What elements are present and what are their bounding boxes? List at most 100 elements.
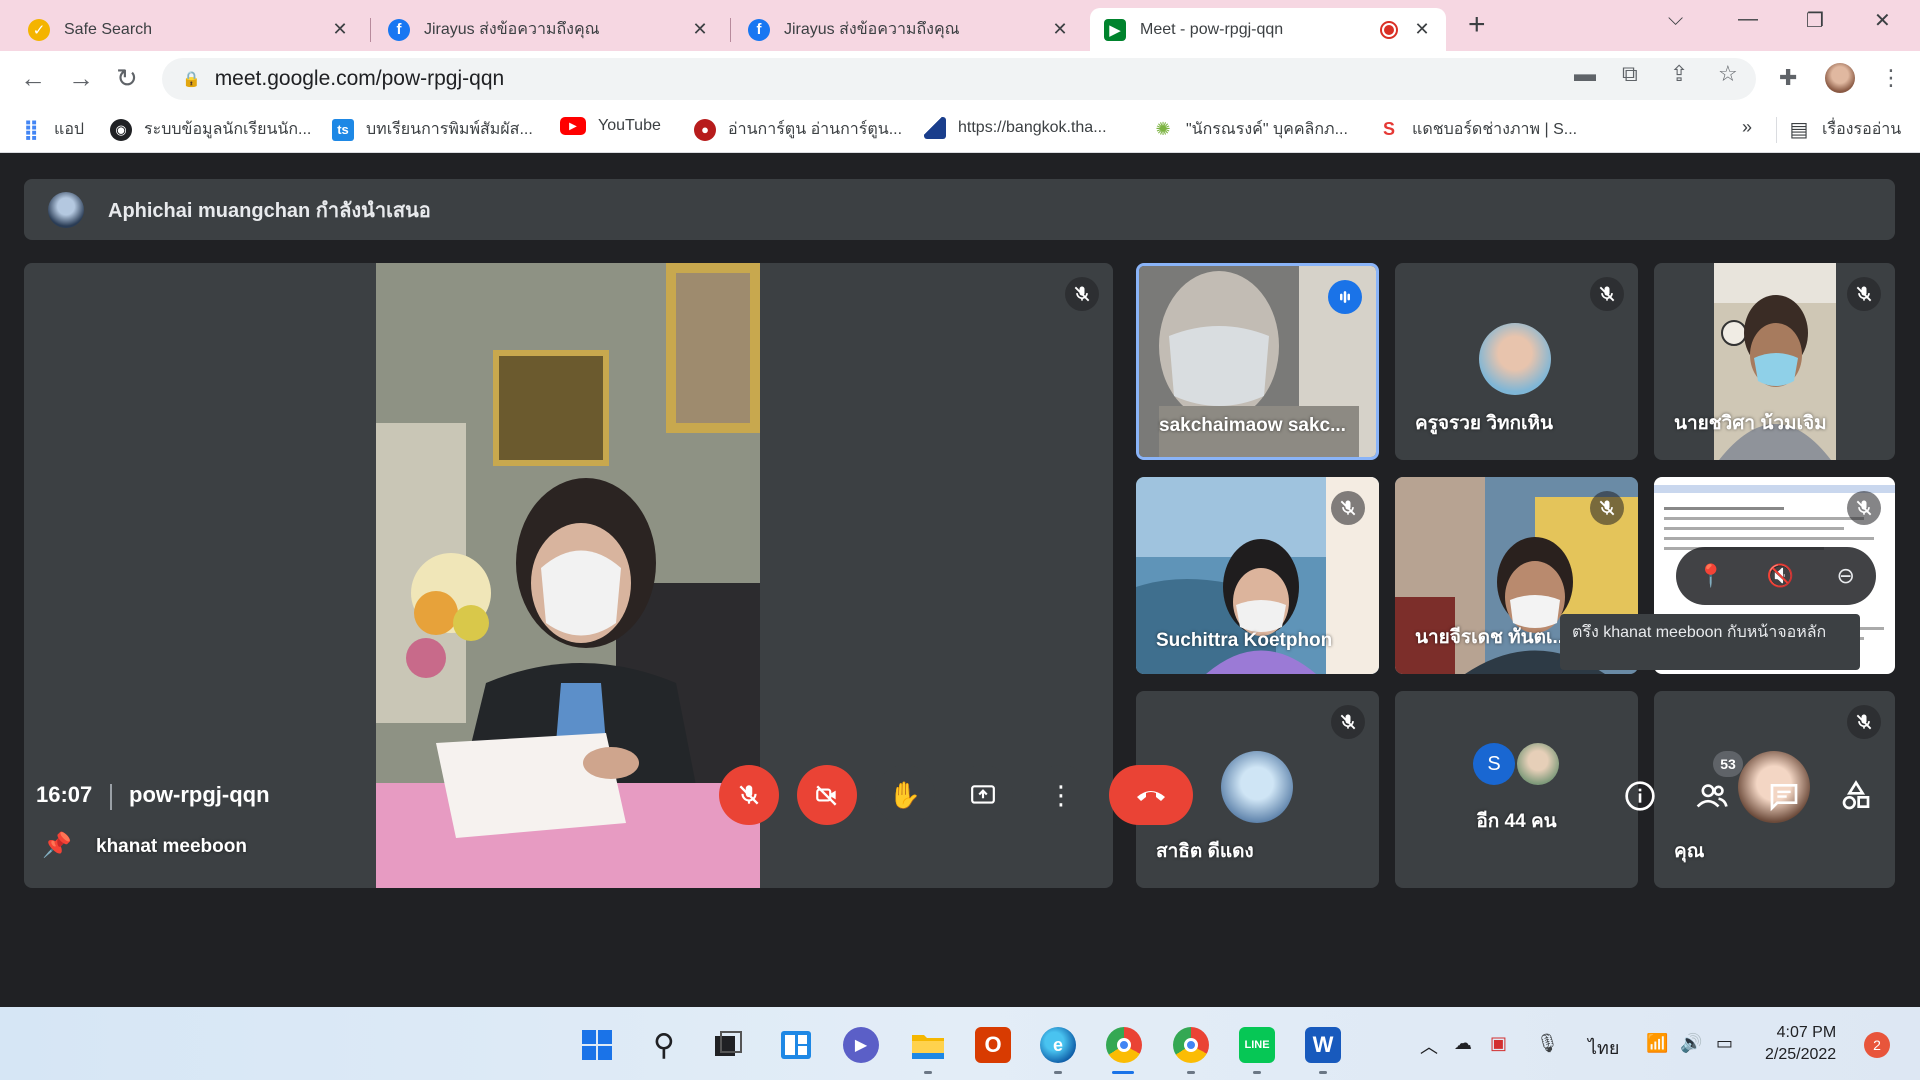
more-participants-tile[interactable]: S อีก 44 คน	[1395, 691, 1638, 888]
notification-badge[interactable]: 2	[1864, 1032, 1890, 1058]
participant-avatar-letter: S	[1473, 743, 1515, 785]
chrome-profile-icon[interactable]	[1173, 1027, 1209, 1063]
profile-avatar[interactable]	[1825, 63, 1855, 93]
extensions-icon[interactable]: ✚	[1779, 65, 1797, 91]
reload-icon[interactable]: ↻	[116, 63, 138, 93]
running-indicator	[1054, 1071, 1062, 1074]
mute-participant-icon[interactable]: 🔇	[1767, 563, 1794, 589]
participant-name: นายจีรเดช ทันตเ...	[1415, 627, 1569, 648]
task-view-icon[interactable]	[710, 1027, 746, 1063]
bookmark-overflow-button[interactable]: »	[1742, 117, 1752, 138]
tab-search-icon[interactable]: ⌵	[1668, 8, 1683, 31]
bookmark-bangkok[interactable]: https://bangkok.tha...	[924, 117, 1107, 139]
leave-call-button[interactable]	[1109, 765, 1193, 825]
bookmark-star-icon[interactable]: ☆	[1718, 61, 1738, 87]
globe-icon: ◉	[110, 118, 132, 141]
share-icon[interactable]: ⇪	[1670, 61, 1688, 87]
wifi-icon[interactable]: 📶	[1646, 1033, 1668, 1054]
check-favicon-icon: ✓	[28, 18, 50, 41]
participant-tile[interactable]: sakchaimaow sakc...	[1136, 263, 1379, 460]
camera-off-icon	[816, 785, 837, 806]
camera-icon[interactable]: ▬	[1574, 61, 1596, 87]
onedrive-icon[interactable]: ☁	[1454, 1033, 1472, 1054]
present-screen-button[interactable]	[953, 765, 1013, 825]
chat-icon	[1770, 784, 1798, 812]
meet-favicon-icon: ▶	[1104, 18, 1126, 41]
close-icon[interactable]: ✕	[330, 19, 350, 40]
tab-meet[interactable]: ▶ Meet - pow-rpgj-qqn ✕	[1090, 8, 1446, 51]
widgets-icon[interactable]	[778, 1027, 814, 1063]
ts-icon: ts	[332, 118, 354, 141]
speaking-indicator-icon	[1328, 280, 1362, 314]
app-tray-icon[interactable]: ▣	[1490, 1033, 1507, 1054]
recording-icon	[1380, 20, 1398, 39]
bookmark-cartoon[interactable]: ● อ่านการ์ตูน อ่านการ์ตูน...	[694, 117, 902, 142]
restore-icon[interactable]: ❐	[1806, 8, 1824, 33]
bookmark-label: "นักรณรงค์" บุคคลิกภ...	[1186, 121, 1348, 138]
open-external-icon[interactable]: ⧉	[1622, 61, 1638, 87]
bookmark-student-system[interactable]: ◉ ระบบข้อมูลนักเรียนนัก...	[110, 117, 311, 142]
new-tab-button[interactable]: +	[1468, 8, 1486, 42]
tab-separator	[370, 18, 371, 42]
forward-icon[interactable]: →	[68, 63, 94, 93]
battery-icon[interactable]: ▭	[1716, 1033, 1733, 1054]
show-hidden-icons-icon[interactable]: ︿	[1420, 1033, 1438, 1059]
meeting-details-button[interactable]	[1622, 778, 1658, 814]
cartoon-site-icon: ●	[694, 118, 716, 141]
close-icon[interactable]: ✕	[1412, 19, 1432, 40]
people-button[interactable]	[1694, 778, 1730, 814]
line-icon[interactable]: LINE	[1239, 1027, 1275, 1063]
tab-safe-search[interactable]: ✓ Safe Search ✕	[14, 8, 364, 51]
pin-icon[interactable]: 📍	[1697, 563, 1724, 589]
participant-name: ครูจรวย วิทกเหิน	[1415, 413, 1554, 434]
minimize-icon[interactable]: —	[1738, 8, 1758, 31]
tab-facebook-1[interactable]: f Jirayus ส่งข้อความถึงคุณ ✕	[374, 8, 724, 51]
url-bar[interactable]: 🔒 meet.google.com/pow-rpgj-qqn	[162, 58, 1756, 100]
bookmark-campaigner[interactable]: ✺ "นักรณรงค์" บุคคลิกภ...	[1152, 117, 1348, 142]
bookmark-apps[interactable]: ⣿ แอป	[20, 117, 84, 142]
more-options-button[interactable]: ⋮	[1031, 765, 1091, 825]
file-explorer-icon[interactable]	[910, 1027, 946, 1063]
bookmark-typing-lesson[interactable]: ts บทเรียนการพิมพ์สัมผัส...	[332, 117, 533, 142]
close-icon[interactable]: ✕	[1050, 19, 1070, 40]
pin-icon[interactable]: 📌	[42, 831, 72, 860]
tab-strip: ✓ Safe Search ✕ f Jirayus ส่งข้อความถึงค…	[0, 0, 1920, 51]
bookmark-label: https://bangkok.tha...	[958, 119, 1107, 136]
mic-off-icon	[1065, 277, 1099, 311]
close-icon[interactable]: ✕	[690, 19, 710, 40]
back-icon[interactable]: ←	[20, 63, 46, 93]
volume-icon[interactable]: 🔊	[1680, 1033, 1702, 1054]
bookmark-photographer[interactable]: S แดชบอร์ดช่างภาพ | S...	[1378, 117, 1577, 142]
word-icon[interactable]: W	[1305, 1027, 1341, 1063]
tab-facebook-2[interactable]: f Jirayus ส่งข้อความถึงคุณ ✕	[734, 8, 1084, 51]
tab-title: Safe Search	[64, 20, 153, 38]
speaker-video-illustration	[376, 263, 760, 888]
participant-tile[interactable]: ครูจรวย วิทกเหิน	[1395, 263, 1638, 460]
window-close-icon[interactable]: ✕	[1874, 8, 1891, 33]
activities-button[interactable]	[1838, 778, 1874, 814]
bookmark-label: บทเรียนการพิมพ์สัมผัส...	[366, 121, 533, 138]
meet-stage: Aphichai muangchan กำลังนำเสนอ 📌 khanat …	[0, 154, 1920, 1007]
more-vertical-icon: ⋮	[1048, 779, 1074, 810]
chrome-icon[interactable]	[1106, 1027, 1142, 1063]
menu-icon[interactable]: ⋮	[1880, 65, 1902, 91]
teams-chat-icon[interactable]: ▶	[843, 1027, 879, 1063]
remove-icon[interactable]: ⊖	[1836, 563, 1854, 589]
raise-hand-button[interactable]: ✋	[875, 765, 935, 825]
participant-tile[interactable]: นายชวิศา น้วมเจิม	[1654, 263, 1895, 460]
input-language[interactable]: ไทย	[1588, 1033, 1619, 1062]
bookmark-label: แดชบอร์ดช่างภาพ | S...	[1412, 121, 1578, 138]
microphone-icon[interactable]: 🎙	[1536, 1033, 1559, 1054]
reading-list-button[interactable]: ▤ เรื่องรออ่าน	[1788, 117, 1902, 142]
bookmark-youtube[interactable]: ▶ YouTube	[560, 117, 661, 135]
search-icon[interactable]: ⚲	[646, 1027, 682, 1063]
participant-tile[interactable]: Suchittra Koetphon	[1136, 477, 1379, 674]
edge-icon[interactable]: e	[1040, 1027, 1076, 1063]
system-clock[interactable]: 4:07 PM 2/25/2022	[1765, 1022, 1836, 1066]
windows-start-icon[interactable]	[579, 1027, 615, 1063]
bookmark-label: แอป	[54, 121, 85, 138]
office-icon[interactable]: O	[975, 1027, 1011, 1063]
chat-button[interactable]	[1766, 778, 1802, 814]
camera-toggle-button[interactable]	[797, 765, 857, 825]
mic-toggle-button[interactable]	[719, 765, 779, 825]
